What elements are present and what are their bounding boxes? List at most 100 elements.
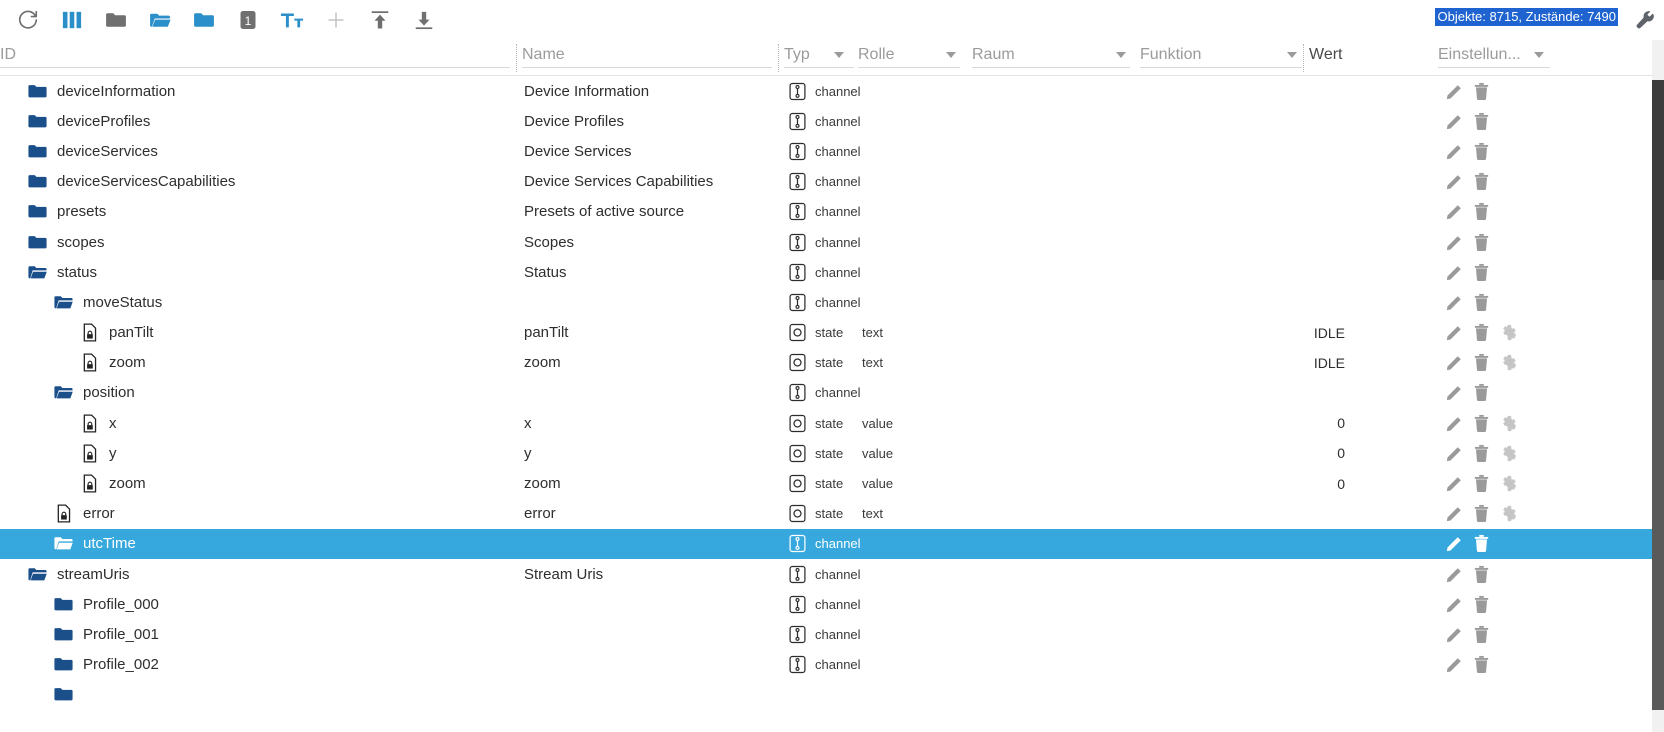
delete-icon[interactable] [1472, 534, 1491, 553]
column-header-rolle[interactable]: Rolle [858, 46, 960, 68]
row-id-cell[interactable]: error [0, 499, 115, 529]
edit-icon[interactable] [1445, 172, 1464, 191]
edit-icon[interactable] [1445, 202, 1464, 221]
edit-icon[interactable] [1445, 504, 1464, 523]
edit-icon[interactable] [1445, 383, 1464, 402]
add-icon[interactable] [314, 0, 358, 40]
delete-icon[interactable] [1472, 353, 1491, 372]
edit-icon[interactable] [1445, 293, 1464, 312]
row-id-cell[interactable]: x [0, 408, 117, 438]
table-row[interactable]: Profile_000 channel [0, 589, 1664, 619]
column-filter-einstellungen-chevron-down-icon[interactable] [1534, 52, 1544, 58]
table-row[interactable]: status Status channel [0, 257, 1664, 287]
folder-closed-icon[interactable] [94, 0, 138, 40]
column-filter-rolle-chevron-down-icon[interactable] [946, 52, 956, 58]
table-row[interactable]: zoom zoom state value 0 [0, 468, 1664, 498]
row-id-cell[interactable]: utcTime [0, 529, 136, 559]
delete-icon[interactable] [1472, 263, 1491, 282]
table-row[interactable]: presets Presets of active source channel [0, 197, 1664, 227]
delete-icon[interactable] [1472, 233, 1491, 252]
table-row[interactable]: Profile_001 channel [0, 619, 1664, 649]
edit-icon[interactable] [1445, 263, 1464, 282]
edit-icon[interactable] [1445, 233, 1464, 252]
delete-icon[interactable] [1472, 565, 1491, 584]
scrollbar-track-upper[interactable] [1652, 80, 1664, 280]
edit-icon[interactable] [1445, 534, 1464, 553]
delete-icon[interactable] [1472, 82, 1491, 101]
folder-open-icon[interactable] [138, 0, 182, 40]
table-row[interactable]: deviceProfiles Device Profiles channel [0, 106, 1664, 136]
table-row[interactable]: panTilt panTilt state text IDLE [0, 318, 1664, 348]
delete-icon[interactable] [1472, 655, 1491, 674]
table-row[interactable]: zoom zoom state text IDLE [0, 348, 1664, 378]
delete-icon[interactable] [1472, 414, 1491, 433]
upload-icon[interactable] [358, 0, 402, 40]
row-id-cell[interactable]: deviceInformation [0, 76, 175, 106]
edit-icon[interactable] [1445, 474, 1464, 493]
row-id-cell[interactable] [0, 680, 83, 710]
column-header-name[interactable]: Name [522, 46, 772, 68]
table-row[interactable] [0, 680, 1664, 710]
settings-icon[interactable] [1499, 353, 1518, 372]
settings-icon[interactable] [1499, 504, 1518, 523]
edit-icon[interactable] [1445, 444, 1464, 463]
edit-icon[interactable] [1445, 112, 1464, 131]
columns-icon[interactable] [50, 0, 94, 40]
wrench-icon[interactable] [1632, 8, 1658, 32]
row-id-cell[interactable]: Profile_000 [0, 589, 159, 619]
row-id-cell[interactable]: scopes [0, 227, 105, 257]
delete-icon[interactable] [1472, 383, 1491, 402]
table-row[interactable]: deviceServices Device Services channel [0, 136, 1664, 166]
table-row[interactable]: y y state value 0 [0, 438, 1664, 468]
delete-icon[interactable] [1472, 172, 1491, 191]
edit-icon[interactable] [1445, 82, 1464, 101]
column-header-raum[interactable]: Raum [972, 46, 1130, 68]
table-row[interactable]: streamUris Stream Uris channel [0, 559, 1664, 589]
table-row[interactable]: error error state text [0, 499, 1664, 529]
table-row[interactable]: moveStatus channel [0, 287, 1664, 317]
object-tree[interactable]: deviceInformation Device Information cha… [0, 76, 1664, 732]
expand-level-1-icon[interactable]: 1 [226, 0, 270, 40]
settings-icon[interactable] [1499, 323, 1518, 342]
row-id-cell[interactable]: y [0, 438, 117, 468]
delete-icon[interactable] [1472, 595, 1491, 614]
table-row[interactable]: x x state value 0 [0, 408, 1664, 438]
row-id-cell[interactable]: position [0, 378, 135, 408]
row-id-cell[interactable]: zoom [0, 468, 146, 498]
column-header-wert[interactable]: Wert [1309, 46, 1429, 64]
delete-icon[interactable] [1472, 112, 1491, 131]
row-id-cell[interactable]: deviceServicesCapabilities [0, 167, 235, 197]
text-size-icon[interactable] [270, 0, 314, 40]
row-id-cell[interactable]: Profile_001 [0, 619, 159, 649]
table-row[interactable]: Profile_002 channel [0, 650, 1664, 680]
column-filter-typ-chevron-down-icon[interactable] [834, 52, 844, 58]
row-id-cell[interactable]: streamUris [0, 559, 130, 589]
scrollbar-thumb[interactable] [1652, 280, 1664, 710]
edit-icon[interactable] [1445, 595, 1464, 614]
delete-icon[interactable] [1472, 323, 1491, 342]
column-filter-funktion-chevron-down-icon[interactable] [1287, 52, 1297, 58]
vertical-scrollbar[interactable] [1652, 40, 1664, 732]
delete-icon[interactable] [1472, 444, 1491, 463]
edit-icon[interactable] [1445, 353, 1464, 372]
table-row[interactable]: scopes Scopes channel [0, 227, 1664, 257]
row-id-cell[interactable]: presets [0, 197, 106, 227]
row-id-cell[interactable]: zoom [0, 348, 146, 378]
table-row[interactable]: position channel [0, 378, 1664, 408]
edit-icon[interactable] [1445, 655, 1464, 674]
table-row[interactable]: utcTime channel [0, 528, 1664, 559]
edit-icon[interactable] [1445, 142, 1464, 161]
row-id-cell[interactable]: status [0, 257, 97, 287]
delete-icon[interactable] [1472, 625, 1491, 644]
download-icon[interactable] [402, 0, 446, 40]
delete-icon[interactable] [1472, 293, 1491, 312]
delete-icon[interactable] [1472, 142, 1491, 161]
edit-icon[interactable] [1445, 323, 1464, 342]
delete-icon[interactable] [1472, 504, 1491, 523]
settings-icon[interactable] [1499, 414, 1518, 433]
delete-icon[interactable] [1472, 202, 1491, 221]
refresh-icon[interactable] [6, 0, 50, 40]
table-row[interactable]: deviceInformation Device Information cha… [0, 76, 1664, 106]
table-row[interactable]: deviceServicesCapabilities Device Servic… [0, 167, 1664, 197]
row-id-cell[interactable]: moveStatus [0, 287, 162, 317]
